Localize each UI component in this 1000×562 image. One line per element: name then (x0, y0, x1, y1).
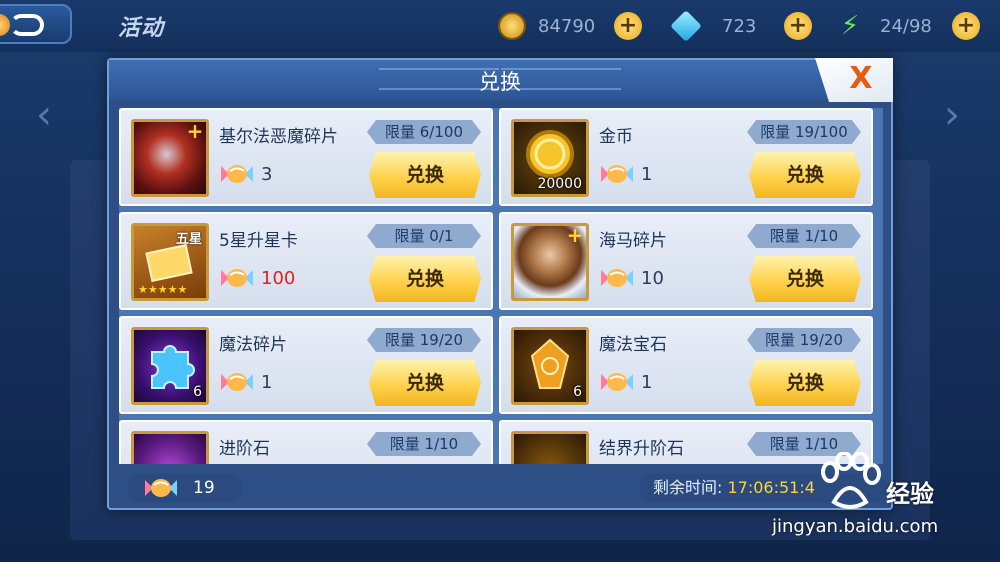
gem-resource: 723 + (670, 10, 822, 42)
cost-value: 1 (641, 164, 653, 185)
exchange-list[interactable]: + 基尔法恶魔碎片 限量 6/100 3 兑换 20000 金币 限量 19/1… (119, 108, 883, 464)
limit-badge: 限量 6/100 (367, 120, 481, 144)
exchange-item: 6 魔法碎片 限量 19/20 1 兑换 (119, 316, 493, 414)
remaining-time-value: 17:06:51:4 (727, 478, 815, 497)
candy-icon (145, 479, 177, 497)
advance-stone-icon (131, 431, 209, 464)
energy-resource: ⚡ 24/98 + (836, 12, 986, 40)
item-name: 金币 (599, 127, 633, 147)
barrier-stone-icon (511, 431, 589, 464)
exchange-item: + 海马碎片 限量 1/10 10 兑换 (499, 212, 873, 310)
candy-icon (601, 269, 633, 287)
limit-badge: 限量 19/100 (747, 120, 861, 144)
candy-icon (601, 165, 633, 183)
diamond-icon (670, 10, 702, 42)
limit-badge: 限量 1/10 (367, 432, 481, 456)
previous-arrow-icon[interactable]: ‹ (36, 92, 52, 138)
coin-resource: 84790 + (498, 12, 648, 40)
exchange-button[interactable]: 兑换 (369, 360, 481, 406)
item-quantity: 6 (573, 384, 582, 400)
exchange-button[interactable]: 兑换 (369, 256, 481, 302)
top-bar: 活动 84790 + 723 + ⚡ 24/98 + (0, 0, 1000, 52)
candy-balance: 19 (127, 474, 243, 502)
dialog-title: 兑换 (479, 70, 521, 94)
add-gem-button[interactable]: + (784, 12, 812, 40)
watermark-url: jingyan.baidu.com (772, 516, 939, 537)
exchange-item: + 基尔法恶魔碎片 限量 6/100 3 兑换 (119, 108, 493, 206)
five-stars-icon: ★★★★★ (138, 283, 188, 296)
exchange-button[interactable]: 兑换 (749, 256, 861, 302)
candy-icon (221, 373, 253, 391)
page-title: 活动 (118, 16, 165, 41)
limit-badge: 限量 0/1 (367, 224, 481, 248)
dialog-header: 兑换 (109, 60, 891, 100)
item-name: 基尔法恶魔碎片 (219, 127, 338, 147)
exchange-button[interactable]: 兑换 (369, 152, 481, 198)
back-button[interactable] (0, 4, 72, 44)
candy-balance-value: 19 (193, 478, 215, 498)
plus-icon: + (566, 223, 584, 247)
candy-icon (601, 373, 633, 391)
plus-icon: + (186, 119, 204, 143)
cost-value: 1 (641, 372, 653, 393)
exchange-button[interactable]: 兑换 (749, 360, 861, 406)
candy-icon (221, 269, 253, 287)
gem-count: 723 (722, 16, 757, 37)
exchange-item: 进阶石 限量 1/10 (119, 420, 493, 464)
cost-value: 100 (261, 268, 296, 289)
limit-badge: 限量 19/20 (367, 328, 481, 352)
candy-icon (221, 165, 253, 183)
demon-fragment-icon: + (131, 119, 209, 197)
item-name: 魔法碎片 (219, 335, 287, 355)
energy-bolt-icon: ⚡ (840, 11, 860, 41)
card-tag: 五星 (175, 232, 202, 247)
exchange-item: 20000 金币 限量 19/100 1 兑换 (499, 108, 873, 206)
cost-value: 1 (261, 372, 273, 393)
item-quantity: 6 (193, 384, 202, 400)
item-name: 海马碎片 (599, 231, 667, 251)
coin-count: 84790 (538, 16, 596, 37)
energy-count: 24/98 (880, 16, 932, 37)
gold-coin-icon: 20000 (511, 119, 589, 197)
magic-fragment-icon: 6 (131, 327, 209, 405)
remaining-time-label: 剩余时间: (653, 478, 723, 497)
next-arrow-icon[interactable]: › (944, 92, 960, 138)
item-quantity: 20000 (537, 176, 582, 192)
limit-badge: 限量 19/20 (747, 328, 861, 352)
exchange-item: 6 魔法宝石 限量 19/20 1 兑换 (499, 316, 873, 414)
add-coin-button[interactable]: + (614, 12, 642, 40)
item-name: 结界升阶石 (599, 439, 684, 459)
kaiba-fragment-icon: + (511, 223, 589, 301)
exchange-dialog: 兑换 X + 基尔法恶魔碎片 限量 6/100 3 兑换 20000 金币 限量… (107, 58, 893, 510)
star-up-card-icon: 五星 ★★★★★ (131, 223, 209, 301)
exchange-item: 五星 ★★★★★ 5星升星卡 限量 0/1 100 兑换 (119, 212, 493, 310)
item-name: 魔法宝石 (599, 335, 667, 355)
exchange-button[interactable]: 兑换 (749, 152, 861, 198)
cost-value: 3 (261, 164, 273, 185)
limit-badge: 限量 1/10 (747, 224, 861, 248)
cost-value: 10 (641, 268, 664, 289)
coin-icon (498, 12, 526, 40)
item-name: 进阶石 (219, 439, 270, 459)
item-name: 5星升星卡 (219, 231, 298, 251)
magic-gem-icon: 6 (511, 327, 589, 405)
dialog-footer: 19 剩余时间: 17:06:51:4 (109, 470, 891, 508)
add-energy-button[interactable]: + (952, 12, 980, 40)
back-arrow-icon (10, 14, 44, 36)
baidu-paw-logo (821, 452, 881, 509)
card-graphic (145, 243, 193, 283)
watermark-brand: 经验 (886, 480, 934, 508)
